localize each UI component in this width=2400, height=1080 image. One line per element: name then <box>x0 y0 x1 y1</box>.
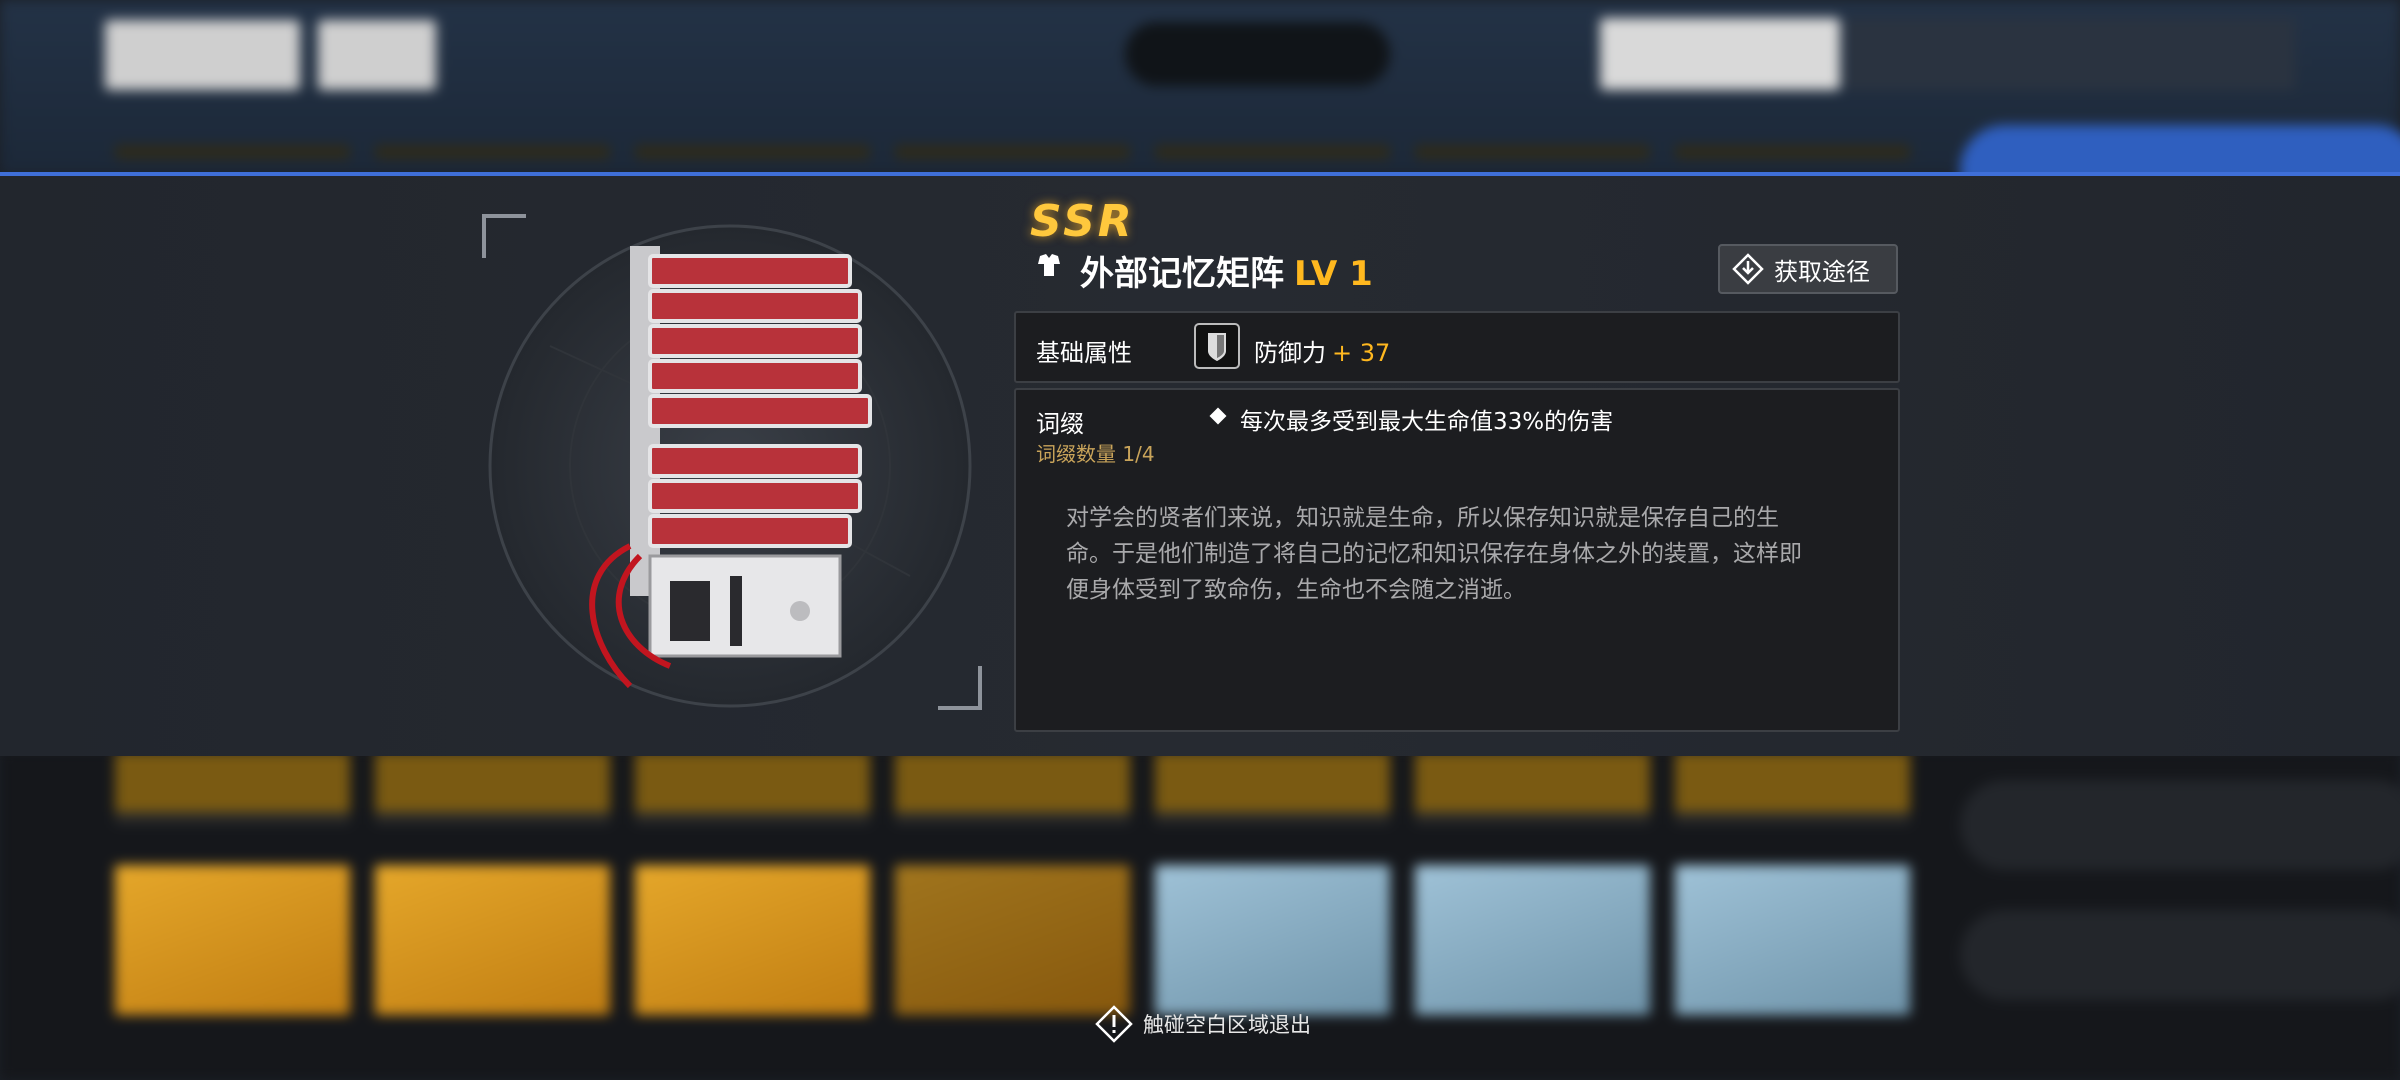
affix-count: 词缀数量 1/4 <box>1036 442 1155 466</box>
background-card-header <box>1155 752 1390 824</box>
background-card-header <box>1415 752 1650 824</box>
background-side-button <box>1960 780 2400 870</box>
background-card <box>115 865 350 1015</box>
item-description: 对学会的贤者们来说，知识就是生命，所以保存知识就是保存自己的生命。于是他们制造了… <box>1066 505 1802 603</box>
affix-box: 词缀 词缀数量 1/4 每次最多受到最大生命值33%的伤害 对学会的贤者们来说，… <box>1014 388 1900 732</box>
background-strip <box>895 145 1130 159</box>
background-card <box>1155 865 1390 1015</box>
shield-icon <box>1194 323 1240 369</box>
background-strip <box>375 145 610 159</box>
background-back-button <box>105 20 300 90</box>
background-strip <box>1155 145 1390 159</box>
exit-hint-text: 触碰空白区域退出 <box>1143 1013 1311 1037</box>
background-strip <box>115 145 350 159</box>
background-card <box>1415 865 1650 1015</box>
background-card-header <box>635 752 870 824</box>
affix-label: 词缀 <box>1036 410 1084 438</box>
diamond-bullet-icon <box>1209 407 1227 425</box>
background-tab-active <box>1600 18 1840 90</box>
background-card <box>375 865 610 1015</box>
background-pill <box>1125 22 1390 86</box>
defense-stat-value: + 37 <box>1332 339 1391 367</box>
defense-stat: 防御力 + 37 <box>1254 333 1390 368</box>
affix-effect: 每次最多受到最大生命值33%的伤害 <box>1240 409 1614 435</box>
background-card-header <box>115 752 350 824</box>
background-card <box>895 865 1130 1015</box>
background-card <box>1675 865 1910 1015</box>
acquisition-source-label: 获取途径 <box>1774 257 1870 286</box>
rarity-label: SSR <box>1030 196 1135 247</box>
warning-diamond-icon <box>1095 1005 1133 1043</box>
background-card-header <box>895 752 1130 824</box>
base-attributes-label: 基础属性 <box>1036 339 1132 367</box>
item-name: 外部记忆矩阵 <box>1080 254 1284 294</box>
item-title: 外部记忆矩阵 LV 1 <box>1080 246 1373 295</box>
defense-stat-name: 防御力 <box>1254 339 1326 367</box>
acquisition-source-button[interactable]: 获取途径 <box>1718 244 1898 294</box>
item-detail-panel: SSR 外部记忆矩阵 LV 1 获取途径 基础属性 防御力 + 37 词缀 词缀数量… <box>0 172 2400 756</box>
exit-hint: 触碰空白区域退出 <box>1095 1005 1311 1043</box>
background-card-header <box>1675 752 1910 824</box>
background-card-header <box>375 752 610 824</box>
background-strip <box>635 145 870 159</box>
background-strip <box>1675 145 1910 159</box>
compass-icon <box>1732 253 1764 285</box>
item-level: LV 1 <box>1294 254 1373 294</box>
background-home-button <box>318 20 436 90</box>
armor-icon <box>1038 254 1060 276</box>
item-artwork <box>488 224 972 708</box>
background-tab-group <box>1845 18 2295 90</box>
base-attributes-box: 基础属性 防御力 + 37 <box>1014 311 1900 383</box>
background-card <box>635 865 870 1015</box>
background-strip <box>1415 145 1650 159</box>
background-side-button <box>1960 910 2400 1000</box>
